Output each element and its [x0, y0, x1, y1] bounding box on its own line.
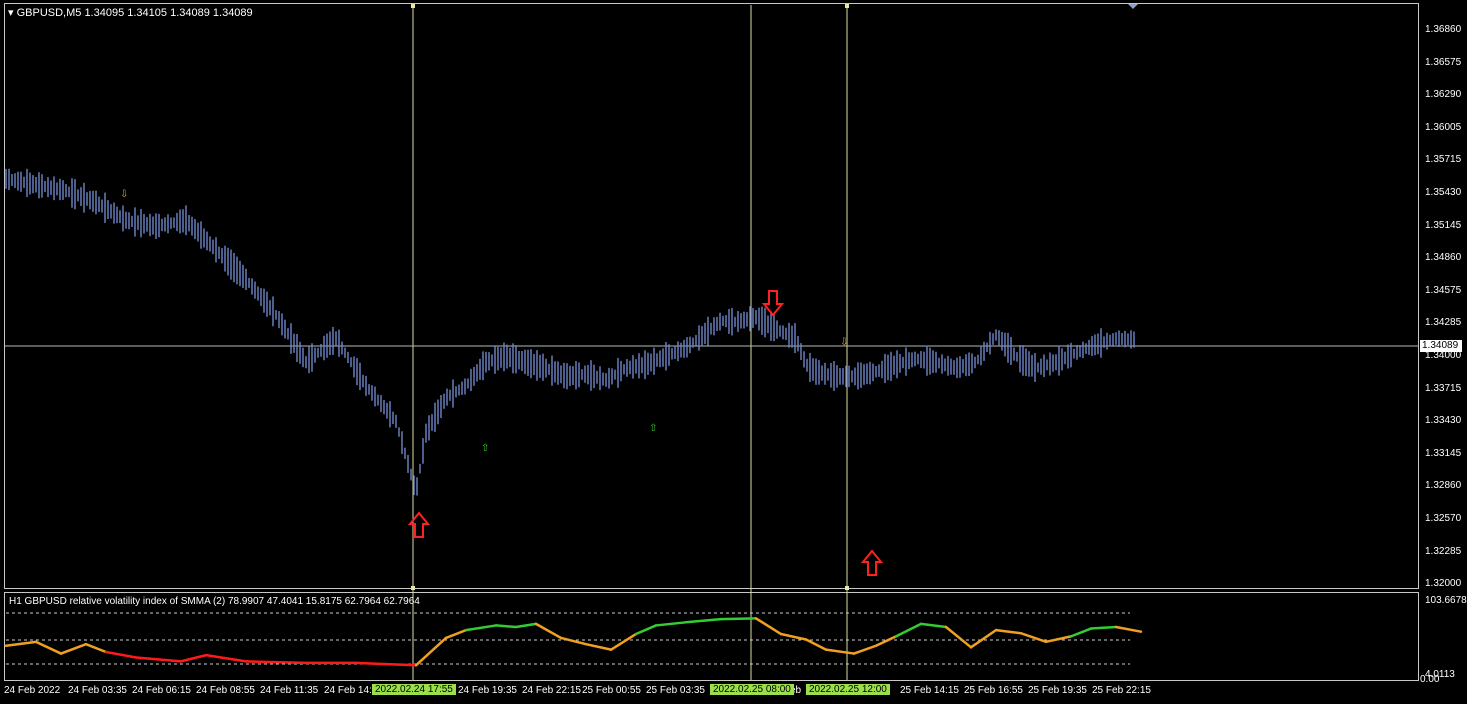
indicator-segment: [104, 650, 138, 659]
price-axis-label: 1.35430: [1425, 187, 1462, 198]
time-axis-label: 24 Feb 22:15: [522, 685, 581, 696]
chart-window[interactable]: ⇩ ⇩ ⇧ ⇧ ▾ GBPUSD,M5 1.34095 1.34105 1.34089…: [0, 0, 1467, 704]
price-axis-label: 1.33715: [1425, 382, 1462, 394]
collapse-arrow-icon[interactable]: ▾: [8, 7, 14, 19]
time-axis-label: 24 Feb 11:35: [260, 685, 319, 696]
indicator-title: H1 GBPUSD relative volatility index of S…: [9, 596, 420, 607]
indicator-segment: [654, 621, 688, 627]
indicator-segment: [684, 617, 723, 624]
time-axis-label: 24 Feb 19:35: [458, 685, 517, 696]
chart-symbol-header: ▾ GBPUSD,M5 1.34095 1.34105 1.34089 1.34…: [8, 6, 253, 19]
line-anchor-marker: [845, 4, 849, 8]
time-axis-label: 24 Feb 06:15: [132, 685, 191, 696]
time-axis-label: 24 Feb 2022: [4, 685, 61, 696]
small-up-marker-icon: ⇧: [649, 423, 657, 434]
vertical-line-time-label[interactable]: 2022.02.25 12:00: [806, 684, 890, 695]
indicator-segment: [1089, 625, 1118, 630]
indicator-segment: [852, 644, 878, 655]
indicator-segment: [804, 638, 828, 651]
indicator-segment: [559, 636, 588, 646]
indicator-segment: [944, 625, 973, 649]
time-axis-label: 24 Feb 03:35: [68, 685, 127, 696]
line-anchor-marker: [411, 4, 415, 8]
price-axis-label: 1.32860: [1425, 480, 1462, 492]
symbol-ohlc-text: GBPUSD,M5 1.34095 1.34105 1.34089 1.3408…: [16, 7, 253, 19]
indicator-segment: [34, 640, 63, 655]
scroll-marker-icon: [1128, 4, 1138, 9]
price-axis-label: 1.35145: [1425, 219, 1462, 231]
indicator-segment: [609, 632, 638, 651]
indicator-segment: [534, 622, 563, 640]
indicator-segment: [59, 642, 88, 655]
vertical-line-time-label[interactable]: 2022.02.24 17:55: [372, 684, 456, 695]
indicator-segment: [1069, 627, 1093, 638]
price-axis-label: 1.33430: [1425, 415, 1462, 427]
price-axis-label: 1.32000: [1425, 578, 1462, 590]
indicator-segment: [444, 628, 468, 640]
indicator-axis-top: 103.6678: [1425, 595, 1467, 606]
price-axis-label: 1.34860: [1425, 252, 1462, 264]
indicator-segment: [969, 628, 998, 649]
indicator-segment: [1019, 631, 1048, 644]
buy-signal-arrow-icon[interactable]: [860, 549, 884, 576]
sell-signal-arrow-icon[interactable]: [761, 290, 785, 317]
price-axis-label: 1.32285: [1425, 545, 1462, 557]
indicator-segment: [354, 661, 418, 667]
indicator-segment: [634, 624, 658, 636]
indicator-segment: [919, 622, 948, 629]
time-axis-label: 25 Feb 16:55: [964, 685, 1023, 696]
indicator-segment: [464, 624, 498, 632]
indicator-segment: [754, 617, 783, 636]
indicator-segment: [4, 640, 38, 647]
price-axis-label: 1.32570: [1425, 513, 1462, 524]
price-axis-label: 1.35715: [1425, 154, 1462, 166]
indicator-segment: [994, 628, 1023, 635]
time-axis-label: 25 Feb 14:15: [900, 685, 959, 696]
price-axis-label: 1.33145: [1425, 447, 1462, 459]
small-down-marker-icon: ⇩: [120, 189, 128, 200]
indicator-segment: [824, 648, 856, 655]
price-axis-label: 1.34575: [1425, 284, 1462, 296]
time-axis-label: 25 Feb 19:35: [1028, 685, 1087, 696]
indicator-segment: [779, 632, 808, 641]
time-axis-label: 24 Feb 08:55: [196, 685, 255, 696]
indicator-segment: [874, 635, 898, 647]
price-axis-label: 1.36005: [1425, 121, 1462, 133]
time-axis-label: 25 Feb 00:55: [582, 685, 641, 696]
vertical-line-time-label[interactable]: 2022.02.25 08:00: [710, 684, 794, 695]
indicator-segment: [719, 617, 758, 621]
small-down-marker-icon: ⇩: [840, 337, 848, 348]
price-axis-label: 1.34285: [1425, 317, 1462, 329]
small-up-marker-icon: ⇧: [481, 443, 489, 454]
line-anchor-marker: [845, 586, 849, 590]
price-axis-label: 1.36575: [1425, 56, 1462, 68]
indicator-segment: [894, 622, 923, 638]
current-price-box: 1.34089: [1420, 340, 1462, 352]
line-anchor-marker: [411, 586, 415, 590]
indicator-segment: [1114, 625, 1143, 633]
time-axis-label: 25 Feb 22:15: [1092, 685, 1151, 696]
indicator-segment: [494, 624, 518, 629]
indicator-segment: [204, 653, 248, 663]
indicator-segment: [84, 642, 108, 654]
indicator-axis-bottom: 0.00: [1420, 674, 1440, 685]
indicator-segment: [514, 622, 538, 629]
indicator-segment: [584, 642, 613, 651]
indicator-segment: [244, 660, 308, 665]
indicator-segment: [179, 653, 208, 663]
indicator-segment: [1044, 635, 1073, 644]
time-axis-label: 24 Feb 14:1: [324, 685, 378, 696]
price-axis-label: 1.36860: [1425, 24, 1462, 35]
price-axis-label: 1.36290: [1425, 89, 1462, 101]
time-axis-label: 25 Feb 03:35: [646, 685, 705, 696]
indicator-segment: [134, 656, 183, 663]
indicator-segment: [414, 636, 448, 667]
